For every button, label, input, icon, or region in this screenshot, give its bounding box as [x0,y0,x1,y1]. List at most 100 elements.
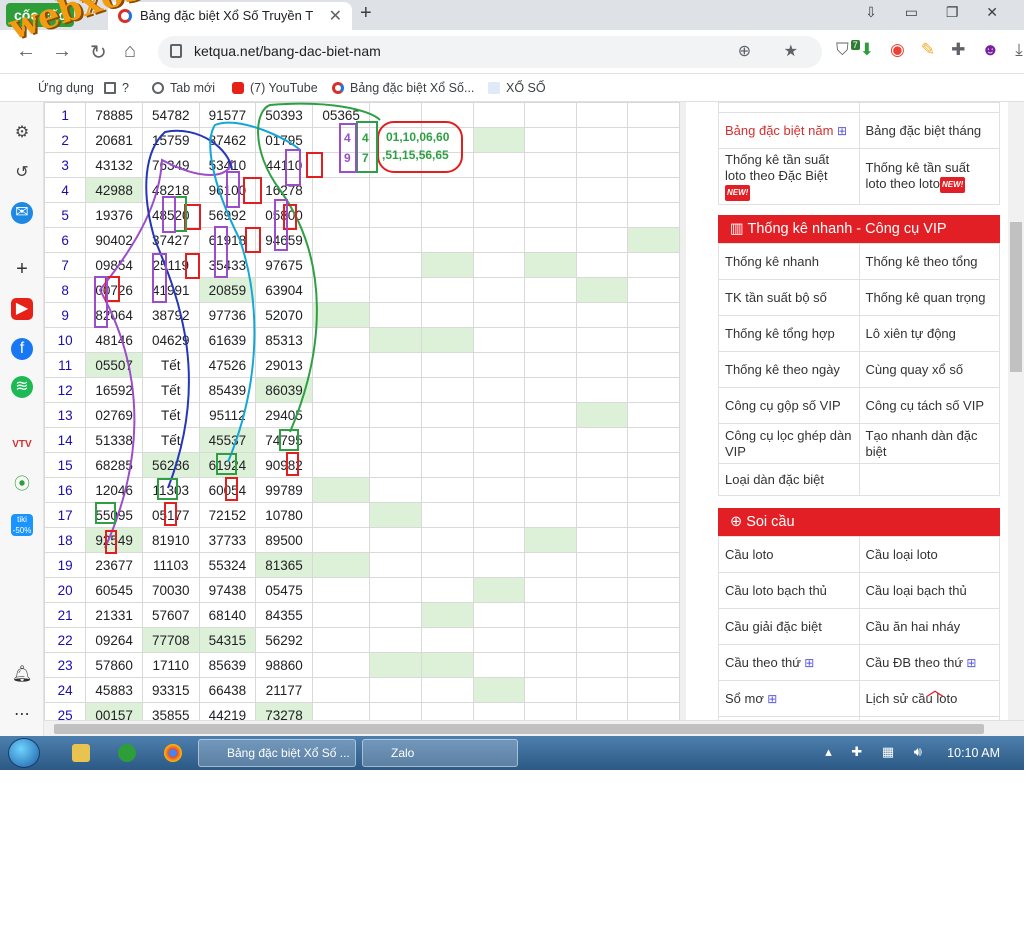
table-cell [369,127,422,153]
table-cell [575,602,629,628]
table-cell [420,477,474,503]
menu-link[interactable]: Sổ mơ ⊞ [718,680,860,717]
table-cell [524,652,577,678]
messenger-icon[interactable]: ✉ [11,202,33,224]
bookmark-xo-so[interactable]: XỔ SỐ [488,81,546,95]
table-cell [524,502,577,528]
menu-link[interactable]: Cầu loto [718,536,860,573]
horizontal-scrollbar[interactable] [44,720,1024,736]
menu-link[interactable]: Thống kê theo ngày [718,351,860,388]
menu-link[interactable]: Cầu ăn hai nháy [858,608,1000,645]
scroll-to-top-chevron-icon[interactable]: ︿ [926,676,944,702]
menu-link[interactable]: Công cụ tách số VIP [858,387,1000,424]
expand-plus-icon[interactable]: ⊞ [963,656,976,670]
table-cell [420,152,474,178]
tab-strip: cốc cốc Bảng đặc biệt Xổ Số Truyền T ✕ +… [0,0,1024,30]
table-cell [472,327,526,353]
menu-link[interactable]: Cầu giải đặc biệt [718,608,860,645]
file-explorer-icon[interactable] [72,744,90,762]
table-cell [311,252,371,278]
more-dots-icon[interactable]: ⋯ [11,704,33,726]
expand-plus-icon[interactable]: ⊞ [764,692,777,706]
bookmark-youtube[interactable]: (7) YouTube [232,81,318,95]
tiki-icon[interactable]: tiki -50% [11,514,33,536]
table-cell: 97438 [198,577,257,603]
table-cell [524,577,577,603]
notification-bell-icon[interactable]: 🔔︎ [11,664,33,686]
page-scrollbar[interactable] [1008,102,1024,720]
home-icon[interactable]: ⌂ [124,40,136,63]
menu-link[interactable]: Cầu theo thứ ⊞ [718,644,860,681]
table-cell [420,327,474,353]
chrome-taskbar-icon[interactable] [164,744,182,762]
map-pin-icon[interactable]: ⦿ [11,474,33,496]
row-index: 19 [44,552,87,578]
expand-plus-icon[interactable]: ⊞ [801,656,814,670]
table-cell [575,377,629,403]
lock-icon[interactable] [170,44,182,58]
table-cell [524,152,577,178]
table-cell: Tết [141,377,200,403]
bookmark-folder[interactable]: ? [104,81,129,95]
forward-arrow-icon[interactable]: → [52,40,72,63]
menu-link[interactable]: Thống kê theo tổng [858,243,1000,280]
page-scrollbar-thumb[interactable] [1010,222,1022,372]
new-tab-button[interactable]: + [360,2,372,25]
table-cell [627,202,680,228]
extension-icons[interactable]: ⛉7 ⬇◉✎✚☻⤓ [836,40,1036,60]
menu-link[interactable]: Tạo nhanh dàn đặc biệt [858,423,1000,464]
puzzle-extension-icon: ✚ [951,40,982,59]
menu-link[interactable]: Lô xiên tự động [858,315,1000,352]
spotify-icon[interactable]: ≋ [11,376,33,398]
bookmark-new-tab[interactable]: Tab mới [152,81,215,95]
table-cell [369,602,422,628]
menu-link[interactable]: Thống kê quan trọng [858,279,1000,316]
taskbar-window-browser[interactable]: Bảng đặc biệt Xổ Số ... [198,739,356,767]
menu-link[interactable]: Cầu loto bạch thủ [718,572,860,609]
tab-close-icon[interactable]: ✕ [329,6,342,26]
taskbar-window-zalo[interactable]: Zalo [362,739,518,767]
reload-icon[interactable]: ↻ [90,40,107,65]
start-button-icon[interactable] [8,738,40,768]
table-cell [627,677,680,703]
table-cell [627,402,680,428]
menu-link[interactable]: Công cụ gộp số VIP [718,387,860,424]
bookmark-apps[interactable]: Ứng dụng [38,81,94,95]
expand-plus-icon[interactable]: ⊞ [837,124,847,138]
table-cell [627,102,680,128]
link-bang-dac-biet-nam[interactable]: Bảng đặc biệt năm ⊞ [718,112,860,149]
system-tray-icons[interactable]: ▴ ✚ ▦ 🔊︎ [825,744,930,760]
special-prize-table-container[interactable]: 1 78885 54782 91577 50393 05365 2 20681 15759 874… [44,102,680,720]
horizontal-scrollbar-thumb[interactable] [54,724,984,734]
menu-link[interactable]: Loại dàn đặc biệt [718,463,860,496]
table-cell [627,227,680,253]
menu-link[interactable]: Thống kê tổng hợp [718,315,860,352]
table-scrollbar[interactable] [680,102,686,720]
table-cell [627,602,680,628]
coccoc-taskbar-icon[interactable] [118,744,136,762]
vtv-go-icon[interactable]: VTV [11,434,33,456]
url-text[interactable]: ketqua.net/bang-dac-biet-nam [194,43,381,59]
settings-gear-icon[interactable]: ⚙ [11,122,33,144]
menu-link[interactable]: TK tần suất bộ số [718,279,860,316]
menu-link[interactable]: Công cụ lọc ghép dàn VIP [718,423,860,464]
youtube-icon[interactable]: ▶ [11,298,33,320]
row-index: 8 [44,277,87,303]
address-bar[interactable]: ketqua.net/bang-dac-biet-nam ⊕ ★ [158,36,822,68]
menu-link[interactable]: Thống kê nhanh [718,243,860,280]
facebook-icon[interactable]: f [11,338,33,360]
window-controls[interactable]: ⇩ ▭ ❐ ✕ [865,4,1010,21]
link-tk-tan-suat-loto-loto[interactable]: Thống kê tần suất loto theo loto NEW! [858,148,1000,205]
table-cell [575,502,629,528]
add-icon[interactable]: + [11,258,33,280]
link-tk-tan-suat-loto-db[interactable]: Thống kê tần suất loto theo Đặc BiệtNEW! [718,148,860,205]
bookmark-bang-dac-biet[interactable]: Bảng đặc biệt Xổ Số... [332,81,474,95]
menu-link[interactable]: Cầu loại loto [858,536,1000,573]
menu-link[interactable]: Cầu loại bạch thủ [858,572,1000,609]
history-icon[interactable]: ↺ [11,162,33,184]
menu-link[interactable]: Cùng quay xổ số [858,351,1000,388]
link-bang-dac-biet-thang[interactable]: Bảng đặc biệt tháng [858,112,1000,149]
table-cell: 37427 [141,227,200,253]
table-cell [369,427,422,453]
zoom-and-bookmark-star-icon[interactable]: ⊕ ★ [738,41,812,61]
